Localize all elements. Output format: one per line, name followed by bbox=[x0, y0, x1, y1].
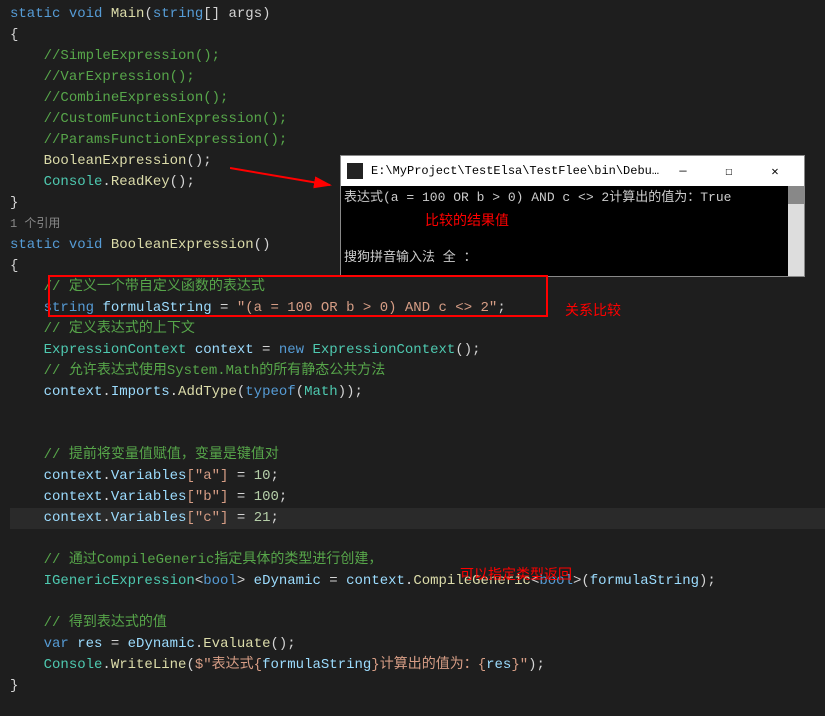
formula-string: "(a = 100 OR b > 0) AND c <> 2" bbox=[237, 300, 497, 316]
comment: //ParamsFunctionExpression(); bbox=[44, 132, 288, 148]
maximize-button[interactable]: ☐ bbox=[706, 156, 752, 186]
console-icon bbox=[347, 163, 363, 179]
comment: // 提前将变量值赋值，变量是键值对 bbox=[44, 447, 279, 463]
comment: //CombineExpression(); bbox=[44, 90, 229, 106]
comment: // 定义一个带自定义函数的表达式 bbox=[44, 279, 265, 295]
type-console: Console bbox=[44, 174, 103, 190]
close-button[interactable]: ✕ bbox=[752, 156, 798, 186]
console-title: E:\MyProject\TestElsa\TestFlee\bin\Debug… bbox=[371, 164, 660, 178]
call-boolean: BooleanExpression bbox=[44, 153, 187, 169]
code-editor[interactable]: static void Main(string[] args) { //Simp… bbox=[0, 0, 825, 701]
comment: //CustomFunctionExpression(); bbox=[44, 111, 288, 127]
annotation-return: 可以指定类型返回 bbox=[460, 564, 572, 584]
console-window[interactable]: E:\MyProject\TestElsa\TestFlee\bin\Debug… bbox=[340, 155, 805, 277]
comment: //SimpleExpression(); bbox=[44, 48, 220, 64]
keyword-void: void bbox=[69, 6, 103, 22]
comment: // 得到表达式的值 bbox=[44, 615, 167, 631]
console-line-ime: 搜狗拼音输入法 全 ： bbox=[344, 248, 801, 268]
comment: // 定义表达式的上下文 bbox=[44, 321, 195, 337]
method-main: Main bbox=[111, 6, 145, 22]
console-output[interactable]: 表达式(a = 100 OR b > 0) AND c <> 2计算出的值为：T… bbox=[341, 186, 804, 276]
comment: // 允许表达式使用System.Math的所有静态公共方法 bbox=[44, 363, 386, 379]
comment: // 通过CompileGeneric指定具体的类型进行创建， bbox=[44, 552, 383, 568]
keyword-static: static bbox=[10, 6, 60, 22]
scrollbar-thumb[interactable] bbox=[788, 186, 804, 204]
minimize-button[interactable]: — bbox=[660, 156, 706, 186]
references-count[interactable]: 1 个引用 bbox=[10, 217, 60, 231]
console-titlebar[interactable]: E:\MyProject\TestElsa\TestFlee\bin\Debug… bbox=[341, 156, 804, 186]
console-line-1: 表达式(a = 100 OR b > 0) AND c <> 2计算出的值为：T… bbox=[344, 188, 801, 208]
annotation-relation: 关系比较 bbox=[565, 300, 621, 320]
comment: //VarExpression(); bbox=[44, 69, 195, 85]
method-booleanexpression: BooleanExpression bbox=[111, 237, 254, 253]
method-readkey: ReadKey bbox=[111, 174, 170, 190]
console-scrollbar[interactable] bbox=[788, 186, 804, 276]
keyword-string: string bbox=[153, 6, 203, 22]
annotation-result: 比较的结果值 bbox=[425, 210, 509, 230]
